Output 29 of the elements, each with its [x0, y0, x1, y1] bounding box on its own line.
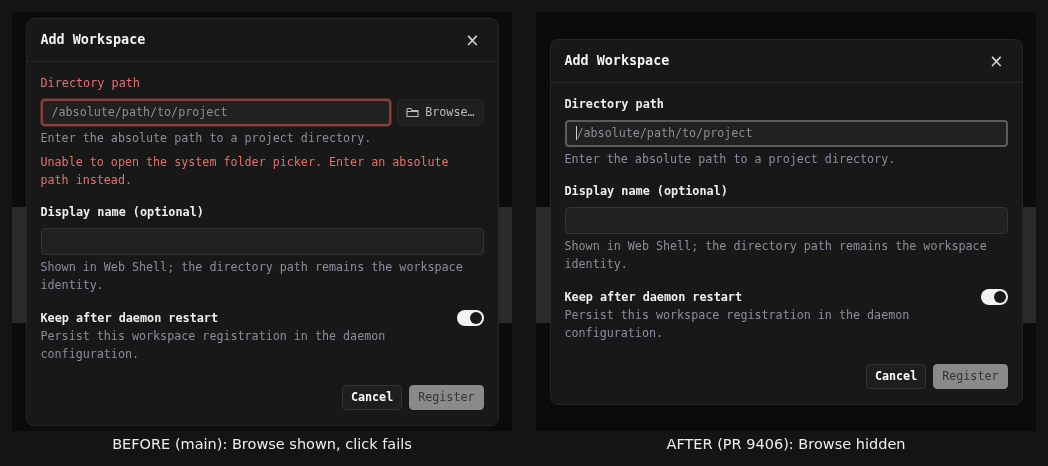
field-label: Directory path — [564, 95, 665, 113]
path-input-field[interactable]: /absolute/path/to/project — [564, 119, 1008, 147]
dialog-title: Add Workspace — [564, 53, 670, 68]
caption: BEFORE (main): Browse shown, click fails — [112, 435, 412, 454]
path-input-field[interactable]: /absolute/path/to/project — [40, 98, 392, 126]
field-hint: Shown in Web Shell; the directory path remains the workspace identity. — [564, 237, 988, 273]
dialog-title: Add Workspace — [40, 32, 146, 47]
field-hint: Enter the absolute path to a project directory. — [564, 150, 897, 168]
cancel-button[interactable]: Cancel — [341, 384, 403, 410]
close-button[interactable]: × — [985, 50, 1008, 71]
cancel-button[interactable]: Cancel — [865, 363, 927, 389]
name-input-field[interactable] — [564, 206, 1008, 234]
field-label: Directory path — [40, 74, 141, 92]
field-label: Display name (optional) — [564, 182, 729, 200]
toggle-switch[interactable] — [456, 309, 484, 326]
caption: AFTER (PR 9406): Browse hidden — [666, 435, 906, 454]
toggle-description: Persist this workspace registration in the daemon configuration. — [40, 327, 387, 363]
folder-icon — [406, 106, 420, 118]
field-label: Display name (optional) — [40, 203, 205, 221]
close-button[interactable]: × — [461, 29, 484, 50]
error-message: Unable to open the system folder picker. Enter an absolute path instead. — [40, 153, 450, 189]
toggle-label: Keep after daemon restart — [564, 288, 744, 306]
field-hint: Shown in Web Shell; the directory path remains the workspace identity. — [40, 258, 464, 294]
browse-button[interactable]: Browse… — [397, 98, 484, 126]
name-input-field[interactable] — [40, 227, 484, 255]
toggle-description: Persist this workspace registration in the daemon configuration. — [564, 306, 911, 342]
toggle-label: Keep after daemon restart — [40, 309, 220, 327]
toggle-switch[interactable] — [980, 288, 1008, 305]
field-hint: Enter the absolute path to a project directory. — [40, 129, 373, 147]
